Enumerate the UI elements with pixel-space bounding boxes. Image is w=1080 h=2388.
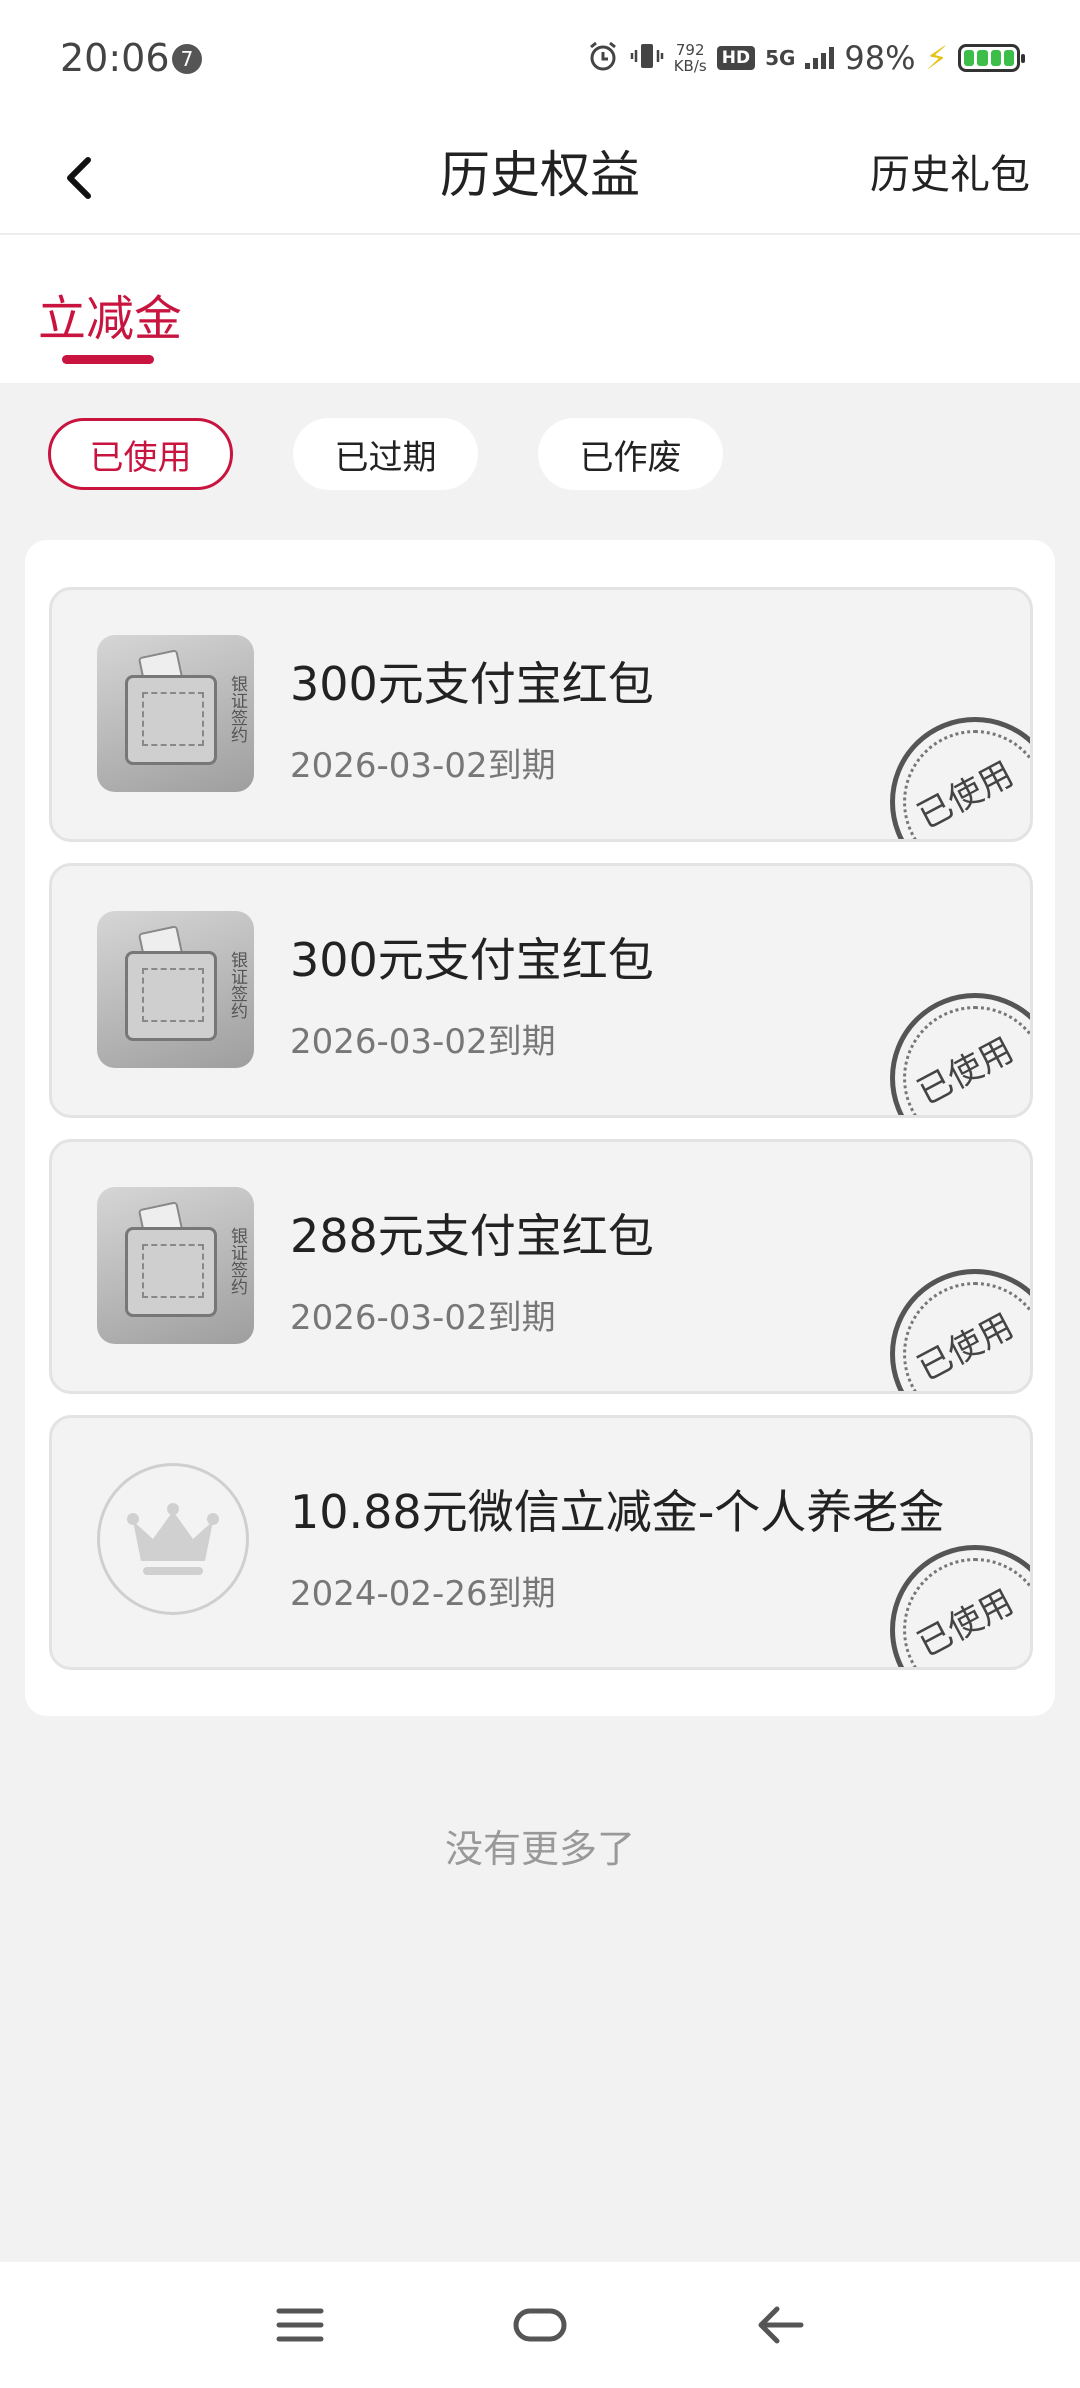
coupon-title: 10.88元微信立减金-个人养老金 (290, 1485, 945, 1539)
used-stamp: 已使用 (890, 717, 1030, 839)
coupon-image-label: 银证签约 (227, 675, 247, 743)
system-back-button[interactable] (745, 2292, 815, 2358)
charging-icon: ⚡ (925, 39, 948, 77)
coupon-title: 288元支付宝红包 (290, 1209, 654, 1263)
coupon-title: 300元支付宝红包 (290, 933, 654, 987)
arrow-left-icon (758, 2306, 804, 2344)
network-speed-unit: KB/s (673, 57, 707, 75)
coupon-title: 300元支付宝红包 (290, 657, 654, 711)
used-stamp-text: 已使用 (911, 1305, 1021, 1390)
back-button[interactable] (48, 138, 108, 218)
chevron-left-icon (67, 157, 91, 199)
filter-expired-chip[interactable]: 已过期 (293, 418, 478, 490)
wallet-bag-image: 银证签约 (97, 635, 254, 792)
tab-instant-discount[interactable]: 立减金 (38, 279, 182, 349)
network-speed-value: 792 (675, 41, 705, 59)
alarm-icon (586, 39, 620, 77)
menu-icon (276, 2308, 324, 2342)
status-time: 20:06 (60, 36, 170, 80)
home-icon (513, 2308, 567, 2342)
signal-icon (805, 47, 835, 69)
coupon-expiry: 2024-02-26到期 (290, 1574, 556, 1614)
tab-bar: 立减金 (0, 235, 1080, 383)
hd-icon: HD (716, 46, 756, 70)
wallet-bag-image: 银证签约 (97, 1187, 254, 1344)
used-stamp-text: 已使用 (911, 753, 1021, 838)
used-stamp: 已使用 (890, 993, 1030, 1115)
coupon-card[interactable]: 银证签约 288元支付宝红包 2026-03-02到期 已使用 (49, 1139, 1033, 1394)
used-stamp-text: 已使用 (911, 1029, 1021, 1114)
coupon-expiry: 2026-03-02到期 (290, 746, 556, 786)
end-of-list-text: 没有更多了 (444, 1827, 635, 1871)
filter-voided-chip[interactable]: 已作废 (538, 418, 723, 490)
system-nav-bar (0, 2262, 1080, 2388)
battery-icon (958, 44, 1025, 72)
used-stamp-text: 已使用 (911, 1581, 1021, 1666)
header: 历史权益 历史礼包 (0, 118, 1080, 235)
coupon-card[interactable]: 银证签约 300元支付宝红包 2026-03-02到期 已使用 (49, 863, 1033, 1118)
coupon-card[interactable]: 银证签约 300元支付宝红包 2026-03-02到期 已使用 (49, 587, 1033, 842)
crown-icon (97, 1463, 249, 1615)
wallet-bag-image: 银证签约 (97, 911, 254, 1068)
network-type: 5G (765, 46, 796, 70)
used-stamp: 已使用 (890, 1545, 1030, 1667)
menu-button[interactable] (265, 2292, 335, 2358)
status-filter-group: 已使用 已过期 已作废 (48, 418, 723, 490)
network-speed: 792 KB/s (674, 42, 707, 74)
home-button[interactable] (505, 2292, 575, 2358)
battery-percent: 98% (844, 39, 916, 77)
coupon-image-label: 银证签约 (227, 1227, 247, 1295)
status-bar: 20:06 7 792 KB/s HD 5G 98% ⚡ (0, 0, 1080, 118)
coupon-image-label: 银证签约 (227, 951, 247, 1019)
filter-used-chip[interactable]: 已使用 (48, 418, 233, 490)
used-stamp: 已使用 (890, 1269, 1030, 1391)
vibrate-icon (630, 39, 664, 77)
tab-active-indicator (62, 355, 154, 364)
coupon-card[interactable]: 10.88元微信立减金-个人养老金 2024-02-26到期 已使用 (49, 1415, 1033, 1670)
notification-count-badge: 7 (172, 44, 202, 74)
status-icons: 792 KB/s HD 5G 98% ⚡ (586, 36, 1025, 80)
coupon-expiry: 2026-03-02到期 (290, 1298, 556, 1338)
coupon-list: 银证签约 300元支付宝红包 2026-03-02到期 已使用 银证签约 300… (25, 540, 1055, 1716)
coupon-expiry: 2026-03-02到期 (290, 1022, 556, 1062)
history-gifts-link[interactable]: 历史礼包 (870, 118, 1030, 233)
